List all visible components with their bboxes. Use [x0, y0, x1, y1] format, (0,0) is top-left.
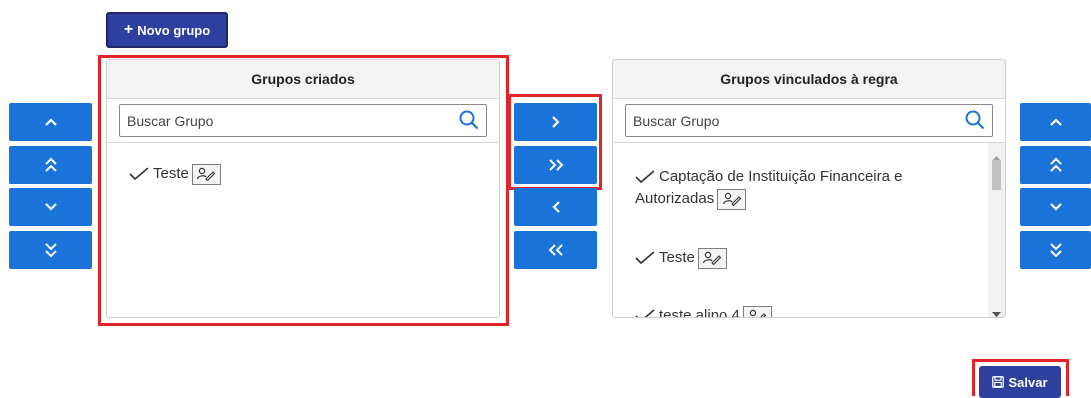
list-item-label: teste alino 4: [659, 307, 740, 318]
list-item-label-cont: Autorizadas: [635, 190, 715, 207]
move-up-left-button[interactable]: [9, 103, 92, 141]
search-icon[interactable]: [964, 109, 986, 131]
edit-user-icon[interactable]: [717, 188, 747, 210]
list-item[interactable]: teste alino 4: [635, 305, 772, 318]
double-chevron-right-icon: [548, 159, 563, 171]
move-all-right-button[interactable]: [514, 146, 597, 184]
move-top-left-button[interactable]: [9, 146, 92, 184]
check-icon: [635, 251, 655, 265]
scrollbar[interactable]: [988, 143, 1005, 317]
left-search-placeholder: Buscar Grupo: [127, 112, 214, 129]
chevron-up-icon: [1049, 118, 1062, 126]
chevron-right-icon: [551, 116, 560, 128]
scroll-down-arrow-icon[interactable]: [992, 305, 1001, 317]
list-item[interactable]: Teste: [635, 247, 727, 269]
save-button[interactable]: Salvar: [979, 366, 1061, 398]
check-icon: [635, 309, 655, 317]
list-item-label: Teste: [659, 249, 695, 266]
double-chevron-up-icon: [1049, 157, 1062, 172]
list-item[interactable]: Teste: [129, 163, 221, 185]
double-chevron-down-icon: [1049, 243, 1062, 258]
search-icon[interactable]: [458, 109, 480, 131]
list-item-label: Teste: [153, 165, 189, 182]
move-down-right-button[interactable]: [1020, 188, 1091, 226]
chevron-up-icon: [44, 118, 57, 126]
created-groups-panel: Grupos criados Buscar Grupo Teste: [106, 59, 500, 318]
chevron-left-icon: [551, 201, 560, 213]
linked-groups-panel: Grupos vinculados à regra Buscar Grupo C…: [612, 59, 1006, 318]
double-chevron-down-icon: [44, 243, 57, 258]
move-right-button[interactable]: [514, 103, 597, 141]
scrollbar-thumb[interactable]: [992, 160, 1001, 190]
edit-user-icon[interactable]: [697, 247, 727, 269]
left-search-input[interactable]: Buscar Grupo: [119, 104, 487, 137]
created-groups-title: Grupos criados: [107, 60, 499, 99]
edit-user-icon[interactable]: [191, 163, 221, 185]
edit-user-icon[interactable]: [742, 305, 772, 317]
save-label: Salvar: [1008, 374, 1048, 390]
floppy-disk-icon: [992, 376, 1005, 388]
new-group-label: Novo grupo: [137, 22, 211, 38]
right-search-placeholder: Buscar Grupo: [633, 112, 720, 129]
check-icon: [635, 170, 655, 184]
chevron-down-icon: [44, 203, 57, 211]
right-search-input[interactable]: Buscar Grupo: [625, 104, 993, 137]
linked-groups-title: Grupos vinculados à regra: [613, 60, 1005, 99]
list-item[interactable]: Captação de Instituição Financeira e Aut…: [635, 166, 965, 210]
move-left-button[interactable]: [514, 188, 597, 226]
move-top-right-button[interactable]: [1020, 146, 1091, 184]
move-up-right-button[interactable]: [1020, 103, 1091, 141]
move-bottom-right-button[interactable]: [1020, 231, 1091, 269]
double-chevron-up-icon: [44, 157, 57, 172]
double-chevron-left-icon: [548, 244, 563, 256]
list-item-label: Captação de Instituição Financeira e: [659, 168, 903, 185]
move-all-left-button[interactable]: [514, 231, 597, 269]
plus-icon: +: [123, 21, 134, 38]
check-icon: [129, 167, 149, 181]
chevron-down-icon: [1049, 203, 1062, 211]
move-bottom-left-button[interactable]: [9, 231, 92, 269]
move-down-left-button[interactable]: [9, 188, 92, 226]
new-group-button[interactable]: + Novo grupo: [106, 12, 228, 48]
